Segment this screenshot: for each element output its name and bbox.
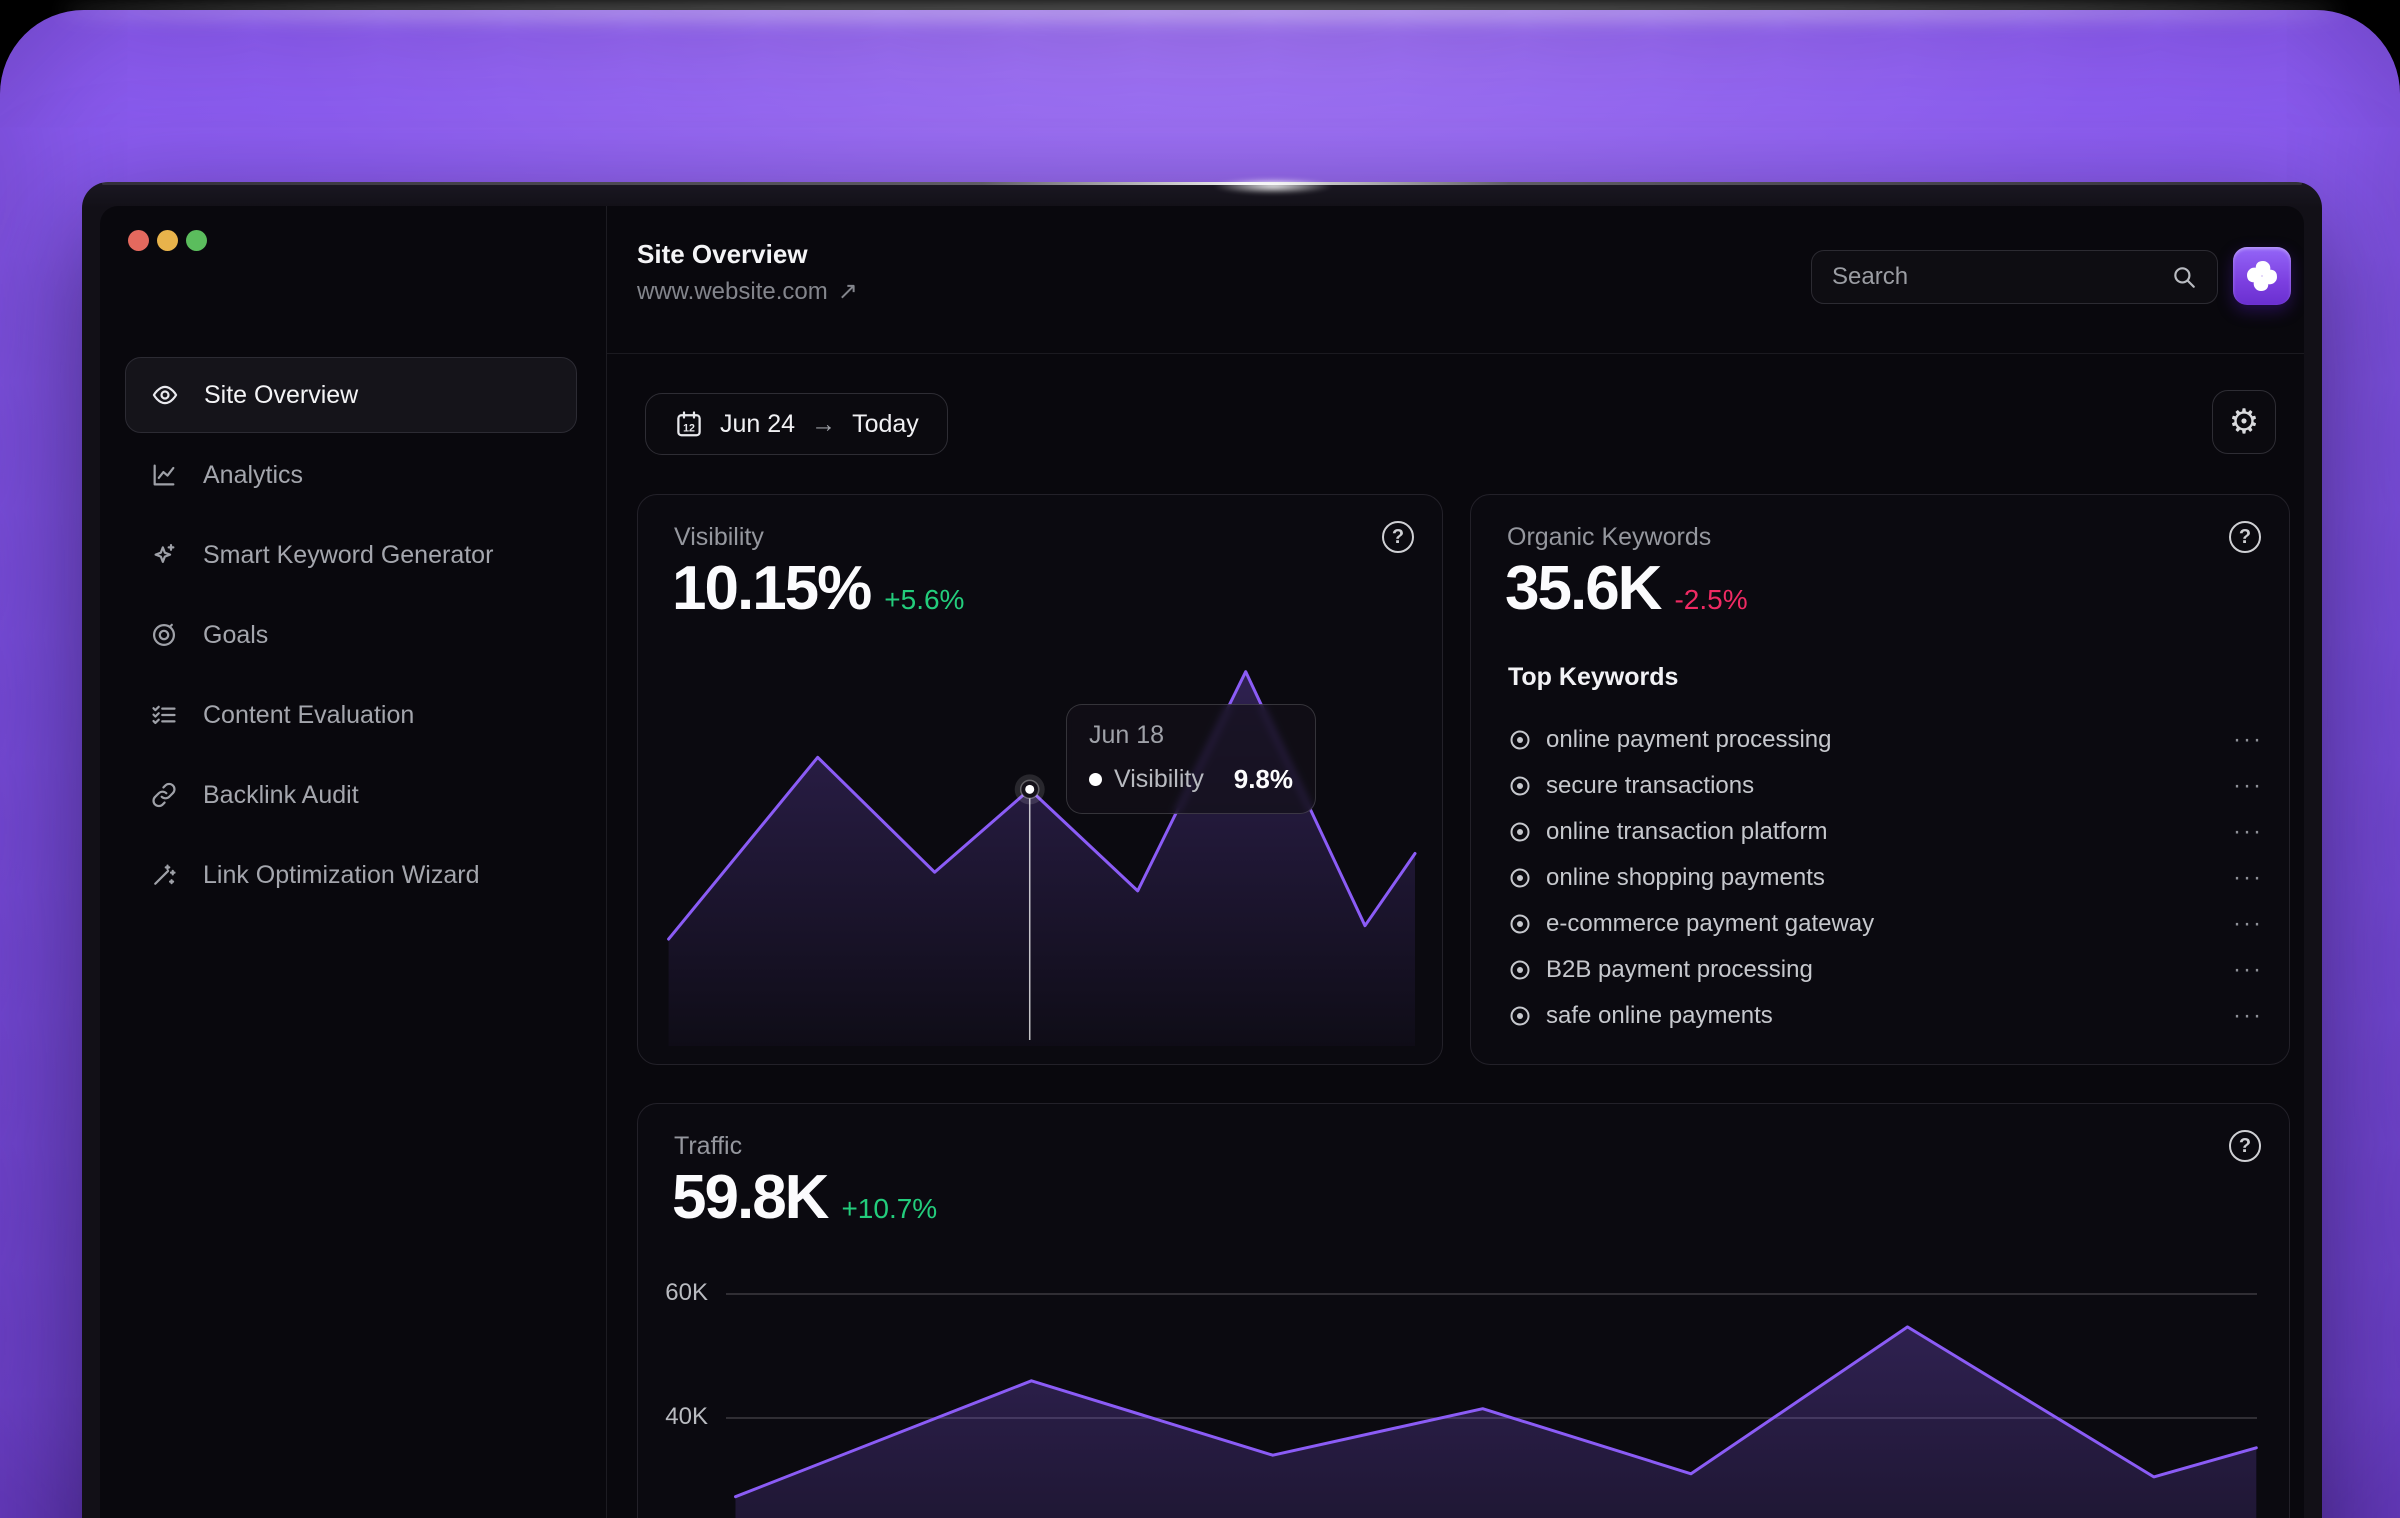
keyword-row[interactable]: online shopping payments ··· <box>1508 855 2263 901</box>
page-title: Site Overview <box>637 239 808 270</box>
app-surface: Site Overview Analytics Smart Keyword Gene… <box>100 206 2304 1518</box>
sidebar-item-link-optimization-wizard[interactable]: Link Optimization Wizard <box>125 837 577 913</box>
keyword-row[interactable]: e-commerce payment gateway ··· <box>1508 901 2263 947</box>
calendar-icon: 12 <box>674 409 704 439</box>
keyword-label: online shopping payments <box>1546 864 1825 892</box>
screenshot-stage: Site Overview Analytics Smart Keyword Gene… <box>0 0 2400 1518</box>
sparkles-icon <box>149 540 179 570</box>
keyword-row[interactable]: online transaction platform ··· <box>1508 809 2263 855</box>
row-menu-icon[interactable]: ··· <box>2233 1002 2263 1030</box>
row-menu-icon[interactable]: ··· <box>2233 910 2263 938</box>
sidebar-nav: Site Overview Analytics Smart Keyword Gene… <box>125 357 577 917</box>
link-icon <box>149 780 179 810</box>
organic-keywords-delta: -2.5% <box>1674 584 1747 616</box>
sidebar-item-content-evaluation[interactable]: Content Evaluation <box>125 677 577 753</box>
pinwheel-logo-icon <box>2242 256 2282 296</box>
app-logo-button[interactable] <box>2233 247 2291 305</box>
sidebar-item-smart-keyword-generator[interactable]: Smart Keyword Generator <box>125 517 577 593</box>
minimize-window-button[interactable] <box>157 230 178 251</box>
arrow-right-icon: → <box>811 410 836 439</box>
keyword-row[interactable]: B2B payment processing ··· <box>1508 947 2263 993</box>
search-input[interactable] <box>1832 263 2171 291</box>
line-chart-icon <box>149 460 179 490</box>
help-icon[interactable]: ? <box>2229 521 2261 553</box>
row-menu-icon[interactable]: ··· <box>2233 818 2263 846</box>
keyword-target-icon <box>1508 866 1532 890</box>
search-box[interactable] <box>1811 250 2218 304</box>
eye-icon <box>150 380 180 410</box>
date-range-end: Today <box>852 410 919 439</box>
keyword-label: B2B payment processing <box>1546 956 1813 984</box>
top-keywords-list: online payment processing···secure trans… <box>1508 717 2263 1039</box>
zoom-window-button[interactable] <box>186 230 207 251</box>
keyword-target-icon <box>1508 958 1532 982</box>
sidebar-item-site-overview[interactable]: Site Overview <box>125 357 577 433</box>
external-link-icon: ↗ <box>838 278 858 305</box>
search-icon <box>2171 264 2197 290</box>
gear-icon: ⚙ <box>2229 402 2259 442</box>
keyword-label: e-commerce payment gateway <box>1546 910 1874 938</box>
keyword-row[interactable]: safe online payments ··· <box>1508 993 2263 1039</box>
site-url-link[interactable]: www.website.com↗ <box>637 277 858 306</box>
date-range-picker[interactable]: 12 Jun 24 → Today <box>645 393 948 455</box>
organic-keywords-card-title: Organic Keywords <box>1507 523 1711 552</box>
checklist-icon <box>149 700 179 730</box>
sidebar-item-analytics[interactable]: Analytics <box>125 437 577 513</box>
wand-icon <box>149 860 179 890</box>
keyword-target-icon <box>1508 820 1532 844</box>
sidebar-item-label: Analytics <box>203 461 303 490</box>
row-menu-icon[interactable]: ··· <box>2233 726 2263 754</box>
keyword-row[interactable]: online payment processing ··· <box>1508 717 2263 763</box>
top-keywords-title: Top Keywords <box>1508 663 1678 692</box>
visibility-chart <box>638 495 1444 1046</box>
app-window: Site Overview Analytics Smart Keyword Gene… <box>82 182 2322 1518</box>
window-controls <box>128 230 207 251</box>
visibility-card: Visibility 10.15% +5.6% ? Jun 18 Visibil… <box>637 494 1443 1065</box>
settings-button[interactable]: ⚙ <box>2212 390 2276 454</box>
keyword-target-icon <box>1508 912 1532 936</box>
sidebar-item-backlink-audit[interactable]: Backlink Audit <box>125 757 577 833</box>
sidebar-item-label: Goals <box>203 621 268 650</box>
keyword-target-icon <box>1508 774 1532 798</box>
keyword-label: safe online payments <box>1546 1002 1773 1030</box>
date-range-start: Jun 24 <box>720 410 795 439</box>
keyword-label: secure transactions <box>1546 772 1754 800</box>
keyword-target-icon <box>1508 728 1532 752</box>
sidebar-item-label: Site Overview <box>204 381 358 410</box>
traffic-card: Traffic 59.8K +10.7% ? 60K40K <box>637 1103 2290 1518</box>
sidebar-item-label: Link Optimization Wizard <box>203 861 479 890</box>
sidebar-item-label: Content Evaluation <box>203 701 414 730</box>
sidebar-item-goals[interactable]: Goals <box>125 597 577 673</box>
tooltip-value: 9.8% <box>1234 764 1293 795</box>
organic-keywords-card: Organic Keywords 35.6K -2.5% ? Top Keywo… <box>1470 494 2290 1065</box>
keyword-row[interactable]: secure transactions ··· <box>1508 763 2263 809</box>
traffic-chart <box>638 1104 2291 1518</box>
series-dot-icon <box>1089 773 1102 786</box>
keyword-target-icon <box>1508 1004 1532 1028</box>
svg-text:12: 12 <box>683 423 695 435</box>
keyword-label: online transaction platform <box>1546 818 1827 846</box>
header-divider <box>607 353 2304 354</box>
organic-keywords-value: 35.6K <box>1505 553 1660 624</box>
row-menu-icon[interactable]: ··· <box>2233 956 2263 984</box>
keyword-label: online payment processing <box>1546 726 1832 754</box>
goal-icon <box>149 620 179 650</box>
row-menu-icon[interactable]: ··· <box>2233 772 2263 800</box>
sidebar-item-label: Smart Keyword Generator <box>203 541 493 570</box>
close-window-button[interactable] <box>128 230 149 251</box>
sidebar: Site Overview Analytics Smart Keyword Gene… <box>100 206 607 1518</box>
row-menu-icon[interactable]: ··· <box>2233 864 2263 892</box>
tooltip-series-label: Visibility <box>1114 765 1204 794</box>
chart-tooltip: Jun 18 Visibility 9.8% <box>1066 704 1316 814</box>
tooltip-date: Jun 18 <box>1089 721 1293 750</box>
sidebar-item-label: Backlink Audit <box>203 781 359 810</box>
screen-glint <box>1213 178 1333 194</box>
